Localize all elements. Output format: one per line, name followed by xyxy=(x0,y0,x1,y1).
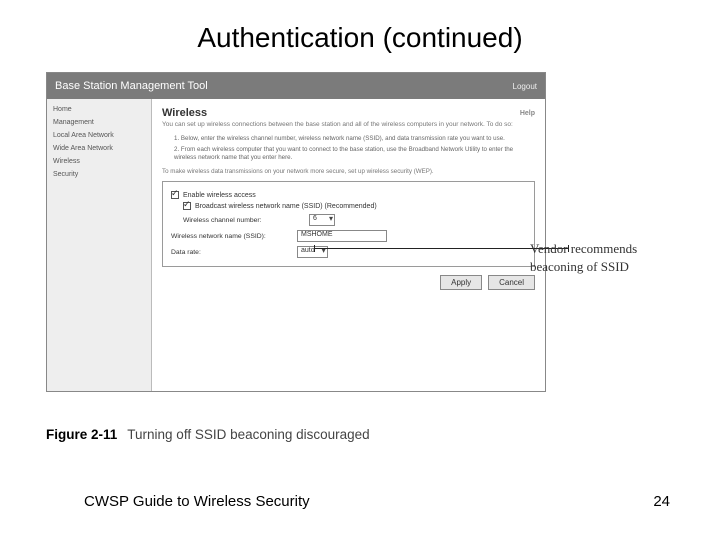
broadcast-ssid-checkbox[interactable] xyxy=(183,202,191,210)
sidebar-item-home[interactable]: Home xyxy=(47,103,151,116)
step-2: 2. From each wireless computer that you … xyxy=(174,146,535,162)
rate-label: Data rate: xyxy=(171,249,291,256)
figure-label: Figure 2-11 xyxy=(46,427,117,442)
cancel-button[interactable]: Cancel xyxy=(488,275,535,290)
enable-wireless-label: Enable wireless access xyxy=(183,192,256,199)
step-1: 1. Below, enter the wireless channel num… xyxy=(174,135,535,143)
ssid-input[interactable]: MSHOME xyxy=(297,230,387,242)
sidebar-item-management[interactable]: Management xyxy=(47,116,151,129)
sidebar-item-lan[interactable]: Local Area Network xyxy=(47,129,151,142)
wireless-fieldset: Enable wireless access Broadcast wireles… xyxy=(162,181,535,267)
logout-link[interactable]: Logout xyxy=(513,82,537,91)
apply-button[interactable]: Apply xyxy=(440,275,482,290)
content-heading: Wireless xyxy=(162,107,207,119)
sidebar-item-security[interactable]: Security xyxy=(47,168,151,181)
ssid-label: Wireless network name (SSID): xyxy=(171,233,291,240)
sidebar-item-wireless[interactable]: Wireless xyxy=(47,155,151,168)
footer-left: CWSP Guide to Wireless Security xyxy=(84,493,310,510)
channel-label: Wireless channel number: xyxy=(183,217,303,224)
app-window: Base Station Management Tool Logout Home… xyxy=(46,72,546,392)
figure-caption-text: Turning off SSID beaconing discouraged xyxy=(127,427,369,442)
sidebar: Home Management Local Area Network Wide … xyxy=(47,99,152,391)
app-title: Base Station Management Tool xyxy=(55,80,513,92)
figure-caption: Figure 2-11 Turning off SSID beaconing di… xyxy=(46,427,370,442)
broadcast-ssid-label: Broadcast wireless network name (SSID) (… xyxy=(195,203,377,210)
help-link[interactable]: Help xyxy=(520,110,535,117)
content-subtext: You can set up wireless connections betw… xyxy=(162,121,535,129)
hint-text: To make wireless data transmissions on y… xyxy=(162,168,535,175)
content-pane: Wireless Help You can set up wireless co… xyxy=(152,99,545,391)
page-number: 24 xyxy=(653,493,670,510)
app-titlebar: Base Station Management Tool Logout xyxy=(47,73,545,99)
slide-title: Authentication (continued) xyxy=(30,22,690,54)
callout-text: Vendor recommends beaconing of SSID xyxy=(530,240,680,275)
channel-select[interactable]: 6 xyxy=(309,214,335,226)
enable-wireless-checkbox[interactable] xyxy=(171,191,179,199)
sidebar-item-wan[interactable]: Wide Area Network xyxy=(47,142,151,155)
figure-container: Base Station Management Tool Logout Home… xyxy=(30,72,690,442)
